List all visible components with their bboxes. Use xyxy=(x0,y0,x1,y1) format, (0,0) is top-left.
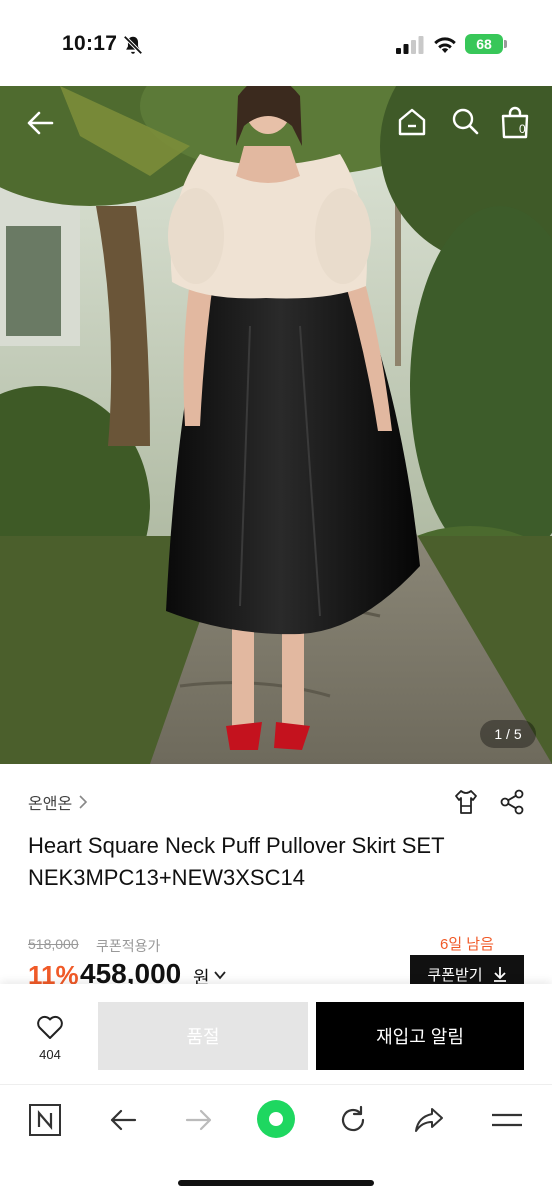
soldout-button[interactable]: 품절 xyxy=(98,1002,308,1070)
product-photo xyxy=(0,86,552,764)
menu-icon[interactable] xyxy=(490,1103,524,1137)
wifi-icon xyxy=(434,37,456,53)
refresh-icon[interactable] xyxy=(336,1103,370,1137)
battery-indicator: 68 xyxy=(465,34,503,54)
like-count: 404 xyxy=(39,1047,61,1062)
coupon-price-label: 쿠폰적용가 xyxy=(96,938,161,954)
product-title-line2: NEK3MPC13+NEW3XSC14 xyxy=(28,865,305,890)
green-circle-icon[interactable] xyxy=(256,1099,296,1139)
chevron-down-icon[interactable] xyxy=(214,970,226,980)
brand-name: 온앤온 xyxy=(28,796,73,813)
home-indicator xyxy=(178,1180,374,1186)
browser-forward-icon[interactable] xyxy=(182,1103,216,1137)
download-arrow-icon xyxy=(493,967,506,982)
product-image-carousel[interactable]: 0 1 / 5 xyxy=(0,86,552,764)
purchase-bar: 404 품절 재입고 알림 xyxy=(0,984,552,1084)
browser-back-icon[interactable] xyxy=(106,1103,140,1137)
bell-slash-icon xyxy=(123,35,143,55)
get-coupon-label: 쿠폰받기 xyxy=(427,966,483,984)
status-bar: 10:17 68 xyxy=(0,0,552,86)
cart-count: 0 xyxy=(519,122,526,136)
original-price: 518,000 xyxy=(28,936,79,952)
product-title-line1: Heart Square Neck Puff Pullover Skirt SE… xyxy=(28,833,445,858)
chevron-right-icon xyxy=(79,795,88,809)
status-time: 10:17 xyxy=(62,32,118,55)
image-counter: 1 / 5 xyxy=(480,720,536,748)
like-button[interactable]: 404 xyxy=(26,1014,74,1062)
home-icon[interactable] xyxy=(396,106,428,138)
restock-alert-button[interactable]: 재입고 알림 xyxy=(316,1002,524,1070)
brand-link[interactable]: 온앤온 xyxy=(28,790,88,814)
battery-tip xyxy=(504,40,507,48)
product-actions xyxy=(452,788,526,816)
clothing-size-icon[interactable] xyxy=(452,788,480,816)
back-arrow-icon[interactable] xyxy=(24,106,58,140)
heart-icon xyxy=(37,1015,63,1039)
signal-icon xyxy=(396,36,424,54)
search-icon[interactable] xyxy=(450,106,480,136)
shopping-bag-icon[interactable] xyxy=(498,106,532,140)
share-arrow-icon[interactable] xyxy=(412,1103,446,1137)
naver-n-icon[interactable] xyxy=(28,1103,62,1137)
share-icon[interactable] xyxy=(498,788,526,816)
days-left-badge: 6일 남음 xyxy=(440,936,494,953)
product-title: Heart Square Neck Puff Pullover Skirt SE… xyxy=(28,830,528,894)
